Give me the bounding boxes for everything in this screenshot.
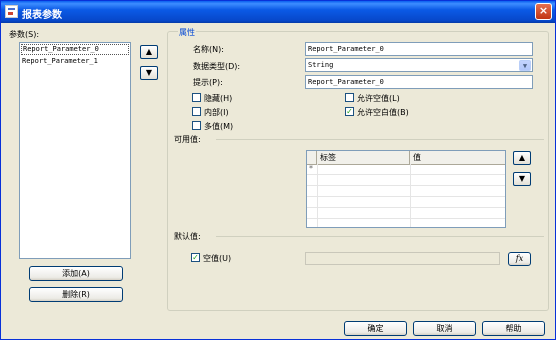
grid-header: 标签 值	[307, 151, 505, 165]
hidden-label: 隐藏(H)	[204, 94, 233, 103]
grid-column-line	[410, 164, 411, 227]
report-app-icon	[5, 5, 18, 18]
multivalue-label: 多值(M)	[204, 122, 234, 131]
grid-column-header-value[interactable]: 值	[410, 151, 505, 164]
internal-checkbox[interactable]	[192, 107, 201, 116]
allow-null-checkbox[interactable]	[345, 93, 354, 102]
expression-button[interactable]: fx	[508, 252, 531, 266]
datatype-label: 数据类型(D):	[193, 62, 241, 71]
move-down-button[interactable]: ▼	[140, 66, 158, 80]
title-bar[interactable]: 报表参数 ×	[1, 1, 555, 23]
name-label: 名称(N):	[193, 45, 224, 54]
hidden-checkbox[interactable]	[192, 93, 201, 102]
grid-row	[307, 175, 505, 186]
arrow-down-icon: ▼	[145, 68, 153, 77]
name-field[interactable]: Report_Parameter_0	[305, 42, 533, 56]
grid-row	[307, 197, 505, 208]
available-values-label: 可用值:	[174, 135, 201, 144]
value-up-button[interactable]: ▲	[513, 151, 531, 165]
delete-parameter-button[interactable]: 删除(R)	[29, 287, 123, 302]
chevron-down-icon[interactable]: ▼	[519, 60, 531, 71]
parameter-item[interactable]: Report_Parameter_1	[20, 56, 130, 67]
default-value-label: 默认值:	[174, 232, 201, 241]
null-default-checkbox[interactable]: ✓	[191, 253, 200, 262]
null-default-label: 空值(U)	[203, 254, 232, 263]
default-value-field[interactable]	[305, 252, 500, 265]
new-row-marker: *	[309, 164, 313, 173]
function-icon: fx	[515, 254, 524, 263]
arrow-up-icon: ▲	[145, 47, 153, 56]
prompt-label: 提示(P):	[193, 78, 223, 87]
default-value-divider	[216, 236, 544, 237]
multivalue-checkbox[interactable]	[192, 121, 201, 130]
parameter-item[interactable]: Report_Parameter_0	[21, 44, 129, 55]
prompt-field[interactable]: Report_Parameter_0	[305, 75, 533, 89]
grid-row	[307, 186, 505, 197]
datatype-value: String	[308, 61, 334, 69]
value-down-button[interactable]: ▼	[513, 172, 531, 186]
allow-blank-checkbox[interactable]: ✓	[345, 107, 354, 116]
window-title: 报表参数	[22, 10, 62, 21]
internal-label: 内部(I)	[204, 108, 229, 117]
properties-group-title: 属性	[178, 27, 196, 38]
grid-corner	[307, 151, 317, 164]
available-values-divider	[216, 139, 544, 140]
grid-new-row[interactable]: *	[307, 164, 505, 175]
add-parameter-button[interactable]: 添加(A)	[29, 266, 123, 281]
grid-column-line	[317, 164, 318, 227]
report-parameters-dialog: 报表参数 × 参数(S): Report_Parameter_0 Report_…	[0, 0, 556, 340]
cancel-button[interactable]: 取消	[413, 321, 476, 336]
arrow-down-icon: ▼	[518, 174, 526, 183]
ok-button[interactable]: 确定	[344, 321, 407, 336]
available-values-grid[interactable]: 标签 值 *	[306, 150, 506, 228]
allow-null-label: 允许空值(L)	[357, 94, 400, 103]
help-button[interactable]: 帮助	[482, 321, 545, 336]
arrow-up-icon: ▲	[518, 153, 526, 162]
datatype-select[interactable]: String ▼	[305, 58, 533, 72]
move-up-button[interactable]: ▲	[140, 45, 158, 59]
grid-row	[307, 219, 505, 227]
parameters-label: 参数(S):	[9, 30, 40, 39]
allow-blank-label: 允许空白值(B)	[357, 108, 409, 117]
grid-column-header-label[interactable]: 标签	[317, 151, 410, 164]
parameters-list[interactable]: Report_Parameter_0 Report_Parameter_1	[19, 42, 131, 259]
close-button[interactable]: ×	[535, 3, 552, 20]
grid-row	[307, 208, 505, 219]
